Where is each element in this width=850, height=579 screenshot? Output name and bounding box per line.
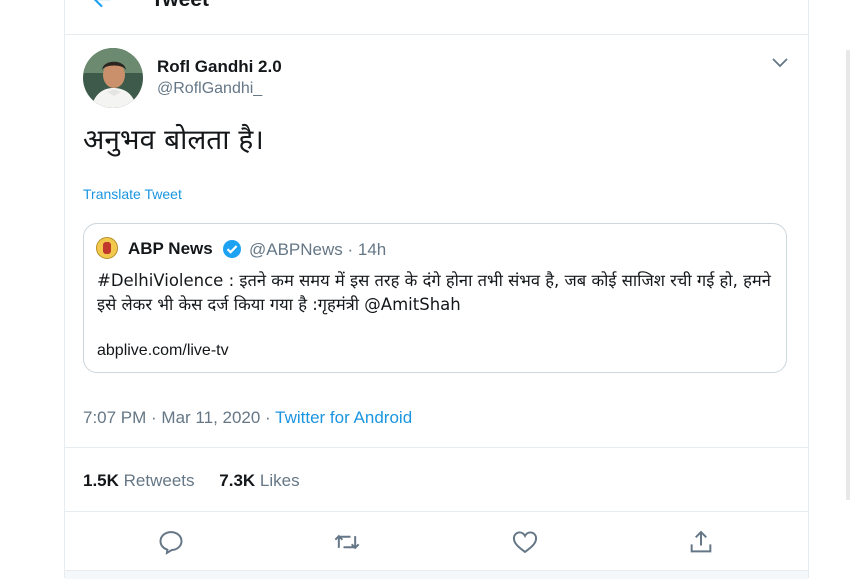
page-header: Tweet bbox=[65, 0, 808, 35]
likes-label: Likes bbox=[259, 471, 300, 490]
translate-tweet-link[interactable]: Translate Tweet bbox=[83, 186, 182, 202]
retweets-stat[interactable]: 1.5K Retweets bbox=[83, 471, 195, 490]
retweets-label: Retweets bbox=[123, 471, 195, 490]
tweet-text: अनुभव बोलता है। bbox=[83, 123, 264, 156]
quoted-handle-time: @ABPNews · 14h bbox=[249, 240, 387, 259]
divider bbox=[65, 511, 808, 512]
page-title: Tweet bbox=[151, 0, 209, 12]
like-icon[interactable] bbox=[511, 528, 539, 556]
back-arrow-icon[interactable] bbox=[89, 0, 115, 12]
tweet-time[interactable]: 7:07 PM · Mar 11, 2020 · bbox=[83, 408, 275, 427]
avatar[interactable] bbox=[83, 48, 143, 108]
divider bbox=[65, 447, 808, 448]
engagement-stats: 1.5K Retweets 7.3K Likes bbox=[83, 471, 320, 491]
scrollbar[interactable] bbox=[846, 50, 850, 500]
author-display-name[interactable]: Rofl Gandhi 2.0 bbox=[157, 57, 282, 77]
tweet-timestamp: 7:07 PM · Mar 11, 2020 · Twitter for And… bbox=[83, 408, 412, 428]
quoted-link[interactable]: abplive.com/live-tv bbox=[97, 342, 229, 360]
chevron-down-icon[interactable] bbox=[771, 56, 789, 70]
quoted-avatar bbox=[96, 237, 118, 259]
reply-icon[interactable] bbox=[157, 528, 185, 556]
left-gutter bbox=[0, 0, 65, 578]
author-handle[interactable]: @RoflGandhi_ bbox=[157, 80, 262, 98]
verified-icon bbox=[223, 240, 241, 258]
quoted-tweet-text: #DelhiViolence : इतने कम समय में इस तरह … bbox=[97, 271, 771, 314]
retweet-icon[interactable] bbox=[333, 528, 361, 556]
retweets-count: 1.5K bbox=[83, 471, 119, 490]
tweet-source-link[interactable]: Twitter for Android bbox=[275, 408, 412, 427]
quoted-author-name: ABP News bbox=[128, 239, 213, 258]
likes-count: 7.3K bbox=[219, 471, 256, 490]
share-icon[interactable] bbox=[687, 528, 715, 556]
right-gutter bbox=[808, 0, 850, 578]
likes-stat[interactable]: 7.3K Likes bbox=[219, 471, 299, 490]
quoted-tweet-card[interactable]: ABP News @ABPNews · 14h #DelhiViolence :… bbox=[83, 223, 787, 373]
